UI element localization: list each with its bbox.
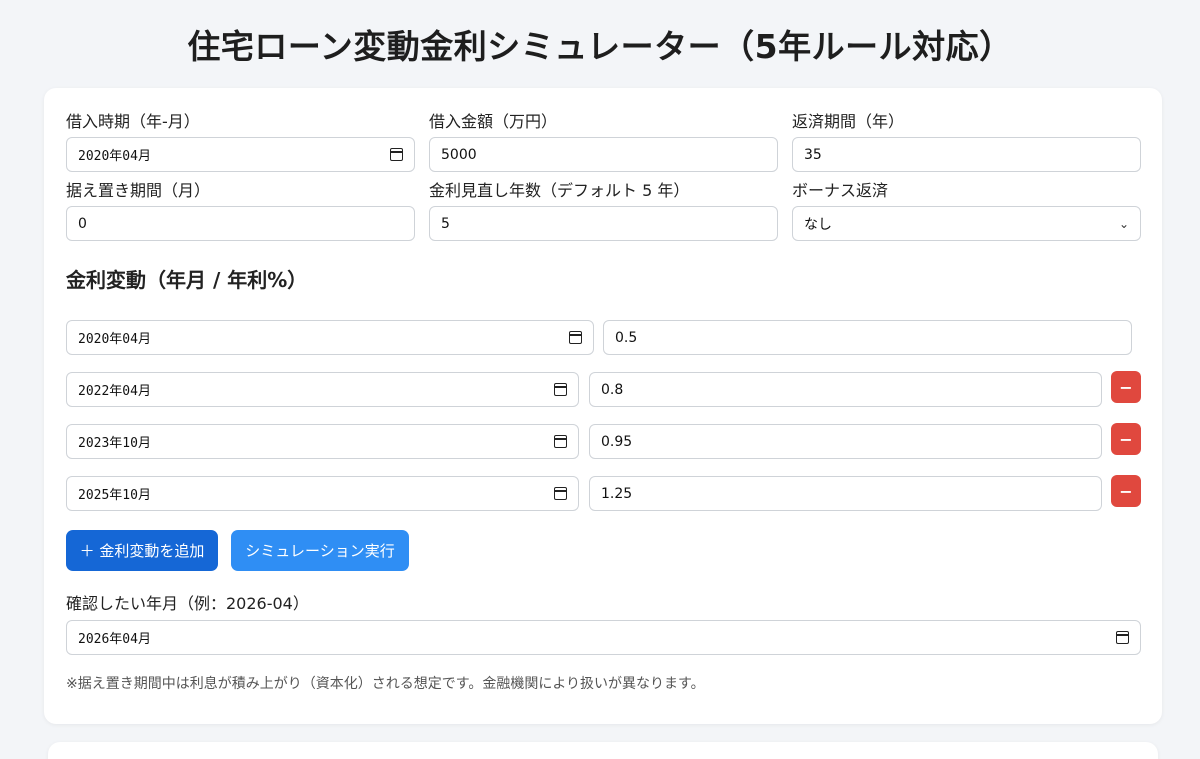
grace-label: 据え置き期間（月） bbox=[66, 181, 211, 200]
amount-label: 借入金額（万円） bbox=[429, 112, 558, 131]
rate-month-value: 2020年04月 bbox=[78, 332, 151, 347]
chevron-down-icon: ⌄ bbox=[1118, 216, 1129, 231]
rate-value: 0.95 bbox=[601, 433, 633, 450]
grace-input[interactable]: 0 bbox=[66, 206, 415, 241]
amount-value: 5000 bbox=[441, 146, 477, 163]
bonus-label: ボーナス返済 bbox=[792, 181, 889, 200]
rate-month-input[interactable]: 2022年04月 bbox=[66, 372, 579, 407]
rate-value-input[interactable]: 0.95 bbox=[589, 424, 1102, 459]
rate-month-input[interactable]: 2025年10月 bbox=[66, 476, 579, 511]
review-years-value: 5 bbox=[441, 215, 450, 232]
calendar-icon[interactable] bbox=[1116, 631, 1129, 644]
rate-value: 0.5 bbox=[615, 329, 638, 346]
rate-month-input[interactable]: 2023年10月 bbox=[66, 424, 579, 459]
remove-rate-button[interactable]: − bbox=[1111, 371, 1141, 403]
rate-month-value: 2023年10月 bbox=[78, 436, 151, 451]
note-text: ※据え置き期間中は利息が積み上がり（資本化）される想定です。金融機関により扱いが… bbox=[66, 676, 705, 692]
rate-month-input[interactable]: 2020年04月 bbox=[66, 320, 594, 355]
rate-value-input[interactable]: 1.25 bbox=[589, 476, 1102, 511]
calendar-icon[interactable] bbox=[554, 487, 567, 500]
calendar-icon[interactable] bbox=[569, 331, 582, 344]
term-label: 返済期間（年） bbox=[792, 112, 905, 131]
grace-value: 0 bbox=[78, 215, 87, 232]
check-month-input[interactable]: 2026年04月 bbox=[66, 620, 1141, 655]
rate-value: 1.25 bbox=[601, 485, 633, 502]
borrow-date-input[interactable]: 2020年04月 bbox=[66, 137, 415, 172]
borrow-date-value: 2020年04月 bbox=[78, 149, 151, 164]
check-month-value: 2026年04月 bbox=[78, 632, 151, 647]
rate-value-input[interactable]: 0.8 bbox=[589, 372, 1102, 407]
bonus-value: なし bbox=[804, 216, 832, 233]
calendar-icon[interactable] bbox=[554, 435, 567, 448]
remove-rate-button[interactable]: − bbox=[1111, 423, 1141, 455]
run-simulation-button[interactable]: シミュレーション実行 bbox=[231, 530, 409, 571]
calendar-icon[interactable] bbox=[554, 383, 567, 396]
rate-value: 0.8 bbox=[601, 381, 624, 398]
review-years-label: 金利見直し年数（デフォルト 5 年） bbox=[429, 181, 690, 200]
term-value: 35 bbox=[804, 146, 822, 163]
amount-input[interactable]: 5000 bbox=[429, 137, 778, 172]
calendar-icon[interactable] bbox=[390, 148, 403, 161]
review-years-input[interactable]: 5 bbox=[429, 206, 778, 241]
bonus-select[interactable]: なし ⌄ bbox=[792, 206, 1141, 241]
rates-section-title: 金利変動（年月 / 年利%） bbox=[66, 268, 308, 292]
page-title: 住宅ローン変動金利シミュレーター（5年ルール対応） bbox=[187, 27, 1013, 66]
rate-value-input[interactable]: 0.5 bbox=[603, 320, 1132, 355]
result-card bbox=[48, 742, 1158, 759]
remove-rate-button[interactable]: − bbox=[1111, 475, 1141, 507]
check-month-label: 確認したい年月（例：2026-04） bbox=[66, 594, 309, 613]
add-rate-button[interactable]: ＋ 金利変動を追加 bbox=[66, 530, 218, 571]
rate-month-value: 2022年04月 bbox=[78, 384, 151, 399]
borrow-date-label: 借入時期（年-月） bbox=[66, 112, 200, 131]
term-input[interactable]: 35 bbox=[792, 137, 1141, 172]
rate-month-value: 2025年10月 bbox=[78, 488, 151, 503]
